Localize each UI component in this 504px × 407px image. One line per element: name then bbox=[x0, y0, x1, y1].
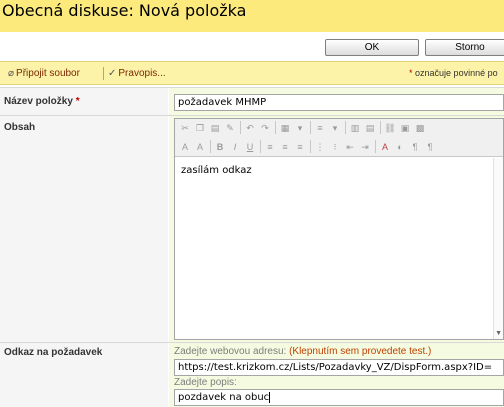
rtl-icon[interactable]: ¶ bbox=[423, 140, 437, 154]
table-menu-icon[interactable]: ▾ bbox=[293, 121, 307, 135]
paperclip-icon: ⌀ bbox=[8, 68, 15, 79]
scroll-down-icon[interactable]: ▼ bbox=[495, 330, 502, 337]
test-link[interactable]: (Klepnutím sem provedete test.) bbox=[289, 346, 431, 357]
insert-column-icon[interactable]: ▾ bbox=[328, 121, 342, 135]
undo-icon[interactable]: ↶ bbox=[243, 121, 257, 135]
toolbar-divider bbox=[240, 121, 241, 134]
attach-file-label: Připojit soubor bbox=[16, 68, 80, 79]
font-icon[interactable]: A bbox=[178, 140, 192, 154]
cut-icon[interactable]: ✂ bbox=[178, 121, 192, 135]
spellcheck-icon: ✓ bbox=[108, 68, 117, 79]
cancel-button[interactable]: Storno bbox=[425, 39, 504, 56]
description-value: pozdavek na obuc bbox=[178, 392, 270, 403]
bulleted-list-icon[interactable]: ⁝ bbox=[328, 140, 342, 154]
format-painter-icon[interactable]: ✎ bbox=[223, 121, 237, 135]
editor-toolbar: ✂ ❐ ▤ ✎ ↶ ↷ ▦ ▾ ≡ ▾ ▥ ▤ ⛓ ▣ ▩ A A B I U ≡ ≡ ≡ ⋮ ⁝ ⇤ ⇥ A ◐ ¶ ¶ bbox=[175, 119, 503, 157]
toolbar-divider bbox=[275, 121, 276, 134]
text-caret bbox=[269, 391, 271, 403]
name-input[interactable]: požadavek MHMP bbox=[174, 94, 504, 111]
spellcheck-label: Pravopis... bbox=[118, 68, 166, 79]
ltr-icon[interactable]: ¶ bbox=[408, 140, 422, 154]
text-color-icon[interactable]: A bbox=[378, 140, 392, 154]
insert-row-icon[interactable]: ≡ bbox=[313, 121, 327, 135]
form-toolbar: ⌀ Připojit soubor ✓ Pravopis... * označuje… bbox=[0, 61, 504, 85]
split-cell-icon[interactable]: ▤ bbox=[363, 121, 377, 135]
toolbar-divider bbox=[380, 121, 381, 134]
editor-content[interactable]: zasílám odkaz bbox=[181, 165, 252, 176]
underline-icon[interactable]: U bbox=[243, 140, 257, 154]
align-left-icon[interactable]: ≡ bbox=[263, 140, 277, 154]
numbered-list-icon[interactable]: ⋮ bbox=[313, 140, 327, 154]
decrease-indent-icon[interactable]: ⇤ bbox=[343, 140, 357, 154]
title-bar: Obecná diskuse: Nová položka bbox=[0, 0, 504, 32]
toolbar-divider bbox=[310, 121, 311, 134]
url-hint: Zadejte webovou adresu: (Klepnutím sem p… bbox=[174, 346, 431, 357]
redo-icon[interactable]: ↷ bbox=[258, 121, 272, 135]
name-label-text: Název položky bbox=[4, 96, 73, 107]
name-field-label: Název položky * bbox=[4, 96, 80, 107]
toolbar-divider bbox=[310, 140, 311, 153]
table-grid-icon[interactable]: ▥ bbox=[348, 121, 362, 135]
rich-text-editor[interactable]: ✂ ❐ ▤ ✎ ↶ ↷ ▦ ▾ ≡ ▾ ▥ ▤ ⛓ ▣ ▩ A A B I U ≡ ≡ ≡ ⋮ ⁝ ⇤ ⇥ A ◐ ¶ ¶ zasílám… bbox=[174, 118, 504, 340]
toolbar-divider bbox=[260, 140, 261, 153]
url-hint-text: Zadejte webovou adresu: bbox=[174, 346, 290, 357]
toolbar-divider bbox=[375, 140, 376, 153]
label-cell bbox=[0, 116, 168, 342]
toolbar-divider bbox=[210, 140, 211, 153]
required-note-text: označuje povinné po bbox=[415, 68, 498, 78]
web-part-icon[interactable]: ▩ bbox=[413, 121, 427, 135]
align-center-icon[interactable]: ≡ bbox=[278, 140, 292, 154]
body-field-label: Obsah bbox=[4, 122, 36, 133]
page-title: Obecná diskuse: Nová položka bbox=[2, 1, 247, 20]
toolbar-divider bbox=[103, 67, 104, 80]
ok-button[interactable]: OK bbox=[325, 39, 419, 56]
increase-indent-icon[interactable]: ⇥ bbox=[358, 140, 372, 154]
spellcheck-button[interactable]: ✓ Pravopis... bbox=[108, 67, 166, 80]
table-icon[interactable]: ▦ bbox=[278, 121, 292, 135]
attach-file-button[interactable]: ⌀ Připojit soubor bbox=[8, 67, 80, 80]
paste-icon[interactable]: ▤ bbox=[208, 121, 222, 135]
required-star: * bbox=[409, 68, 413, 78]
editor-toolbar-row: A A B I U ≡ ≡ ≡ ⋮ ⁝ ⇤ ⇥ A ◐ ¶ ¶ bbox=[178, 140, 438, 156]
toolbar-divider bbox=[345, 121, 346, 134]
background-color-icon[interactable]: ◐ bbox=[393, 140, 407, 154]
description-hint: Zadejte popis: bbox=[174, 377, 237, 388]
required-star: * bbox=[75, 96, 80, 107]
required-note: * označuje povinné po bbox=[409, 68, 498, 78]
bold-icon[interactable]: B bbox=[213, 140, 227, 154]
image-icon[interactable]: ▣ bbox=[398, 121, 412, 135]
url-input[interactable]: https://test.krizkom.cz/Lists/Pozadavky_… bbox=[174, 359, 504, 376]
editor-toolbar-row: ✂ ❐ ▤ ✎ ↶ ↷ ▦ ▾ ≡ ▾ ▥ ▤ ⛓ ▣ ▩ bbox=[178, 121, 428, 137]
hyperlink-icon[interactable]: ⛓ bbox=[383, 121, 397, 135]
align-right-icon[interactable]: ≡ bbox=[293, 140, 307, 154]
link-field-label: Odkaz na požadavek bbox=[4, 347, 103, 358]
font-size-icon[interactable]: A bbox=[193, 140, 207, 154]
italic-icon[interactable]: I bbox=[228, 140, 242, 154]
editor-scrollbar[interactable]: ▼ bbox=[493, 158, 503, 339]
copy-icon[interactable]: ❐ bbox=[193, 121, 207, 135]
description-input[interactable]: pozdavek na obuc bbox=[174, 389, 504, 406]
